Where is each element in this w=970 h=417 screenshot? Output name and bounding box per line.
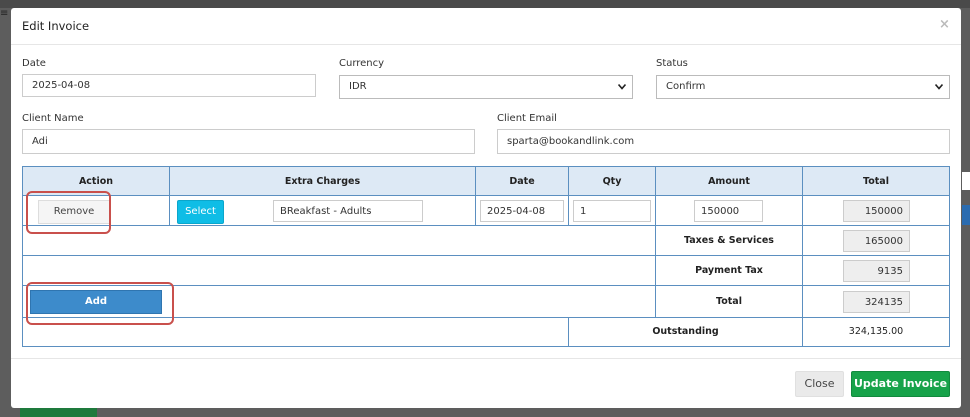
outstanding-spacer-cell xyxy=(22,317,569,347)
payment-tax-spacer-cell xyxy=(22,255,656,286)
backdrop-right-blue-fragment xyxy=(962,205,970,225)
currency-select[interactable]: IDR xyxy=(339,75,633,99)
client-email-input[interactable] xyxy=(497,129,950,154)
edit-invoice-modal: Edit Invoice × Date Currency IDR Status … xyxy=(11,8,961,408)
update-invoice-button[interactable]: Update Invoice xyxy=(851,371,950,397)
close-icon[interactable]: × xyxy=(939,17,950,32)
outstanding-value: 324,135.00 xyxy=(802,317,950,347)
chevron-down-icon xyxy=(618,84,626,90)
currency-value: IDR xyxy=(349,81,367,92)
backdrop-right-fragment xyxy=(962,172,970,190)
footer-divider xyxy=(11,358,961,359)
status-label: Status xyxy=(656,58,688,69)
extra-charge-name-input[interactable] xyxy=(273,200,423,222)
hamburger-icon: ≡ xyxy=(0,8,9,19)
header-action: Action xyxy=(22,166,170,196)
status-select[interactable]: Confirm xyxy=(656,75,950,99)
payment-tax-label: Payment Tax xyxy=(655,255,803,286)
backdrop-topbar xyxy=(0,0,970,8)
date-label: Date xyxy=(22,58,46,69)
header-date: Date xyxy=(475,166,569,196)
chevron-down-icon xyxy=(935,84,943,90)
currency-label: Currency xyxy=(339,58,385,69)
header-qty: Qty xyxy=(568,166,656,196)
modal-title: Edit Invoice xyxy=(22,19,90,33)
taxes-spacer-cell xyxy=(22,225,656,256)
header-extra-charges: Extra Charges xyxy=(169,166,476,196)
header-divider xyxy=(11,44,961,45)
add-button[interactable]: Add xyxy=(30,290,162,314)
qty-input[interactable] xyxy=(573,200,651,222)
header-total: Total xyxy=(802,166,950,196)
status-value: Confirm xyxy=(666,81,706,92)
close-button[interactable]: Close xyxy=(795,371,844,397)
remove-button[interactable]: Remove xyxy=(38,200,110,224)
payment-tax-value-input xyxy=(843,260,910,282)
item-date-input[interactable] xyxy=(480,200,564,222)
taxes-label: Taxes & Services xyxy=(655,225,803,256)
total-value-input xyxy=(843,291,910,313)
client-email-label: Client Email xyxy=(497,113,557,124)
header-amount: Amount xyxy=(655,166,803,196)
taxes-value-input xyxy=(843,230,910,252)
item-total-input xyxy=(843,200,910,222)
select-button[interactable]: Select xyxy=(177,200,224,224)
client-name-input[interactable] xyxy=(22,129,475,154)
date-input[interactable] xyxy=(22,74,316,97)
client-name-label: Client Name xyxy=(22,113,84,124)
amount-input[interactable] xyxy=(694,200,763,222)
outstanding-label: Outstanding xyxy=(568,317,803,347)
total-label: Total xyxy=(655,285,803,318)
